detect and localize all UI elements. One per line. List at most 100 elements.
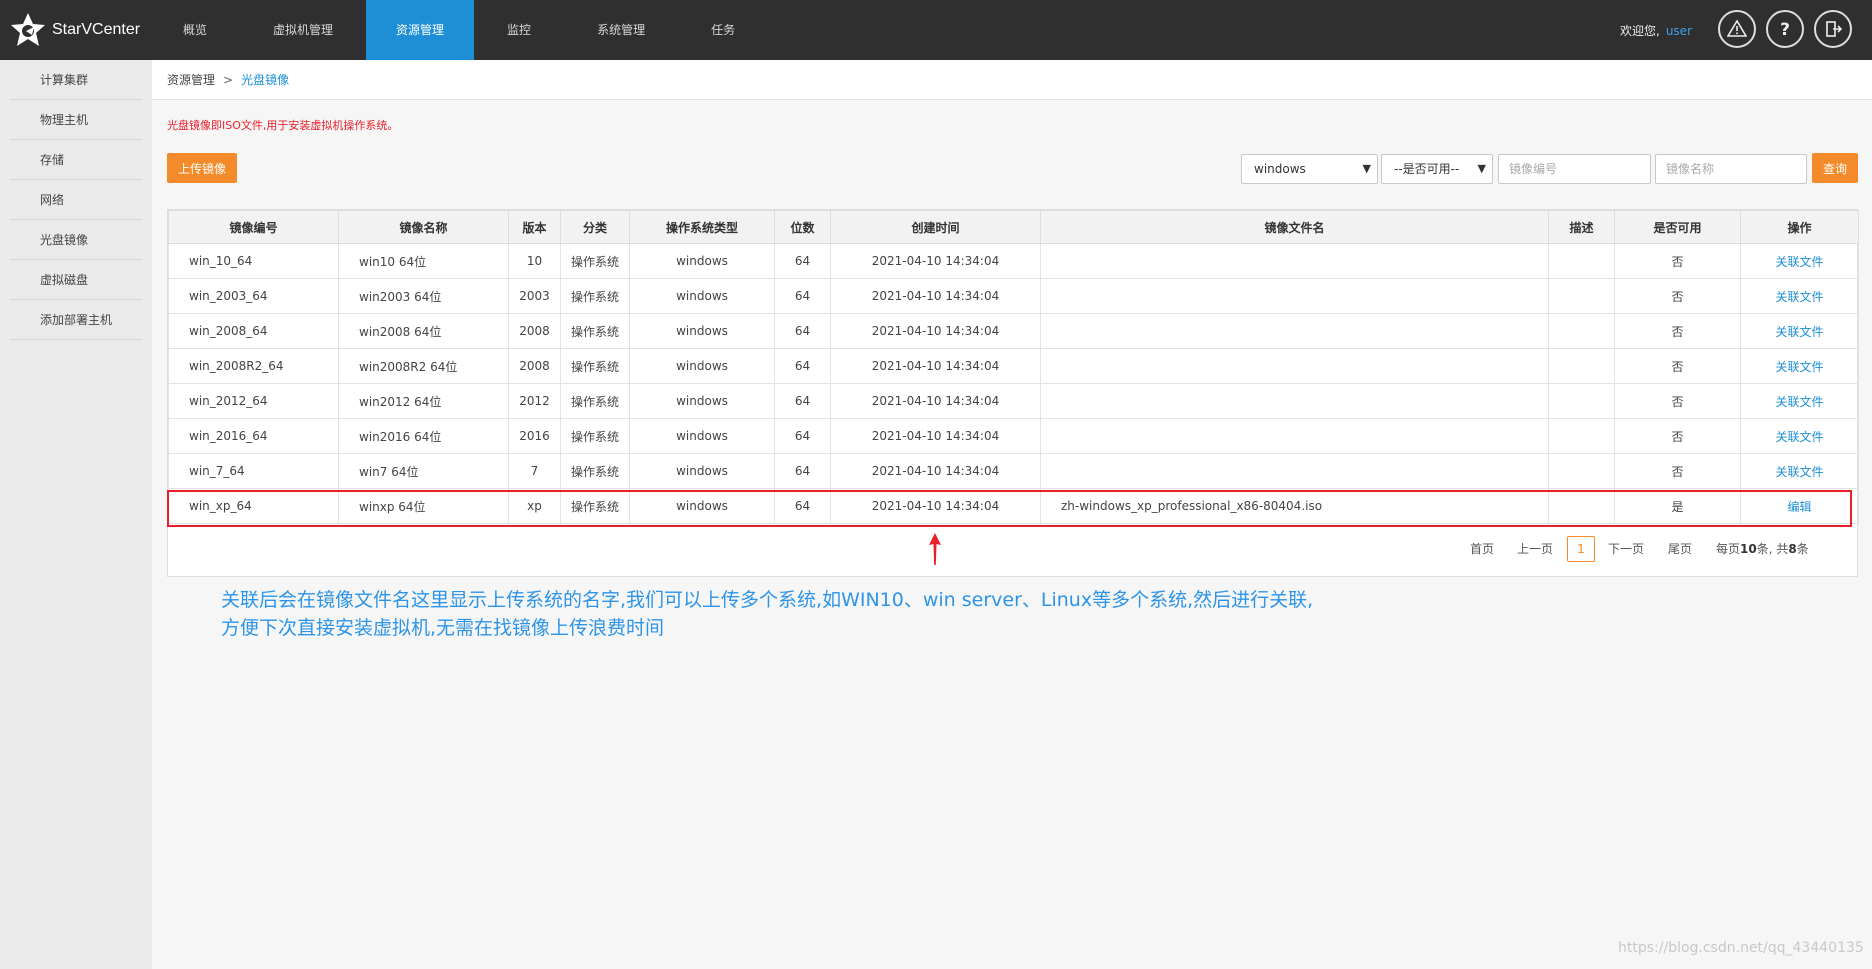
os-type-select[interactable]: windows ▼ (1241, 154, 1378, 184)
main-nav: 概览 虚拟机管理 资源管理 监控 系统管理 任务 (150, 0, 768, 60)
col-header-category[interactable]: 分类 (560, 210, 630, 244)
per-page-count: 10 (1740, 542, 1757, 556)
cell-image-name: win7 64位 (338, 453, 509, 489)
cell-image-id: win_2012_64 (168, 383, 339, 419)
cell-action: 关联文件 (1740, 348, 1859, 384)
breadcrumb-parent[interactable]: 资源管理 (167, 73, 215, 87)
sidebar-item-network[interactable]: 网络 (10, 180, 142, 220)
table-row: win_xp_64 winxp 64位 xp 操作系统 windows 64 2… (168, 488, 1859, 524)
help-button[interactable]: ? (1766, 10, 1804, 48)
warning-button[interactable] (1718, 10, 1756, 48)
cell-description (1548, 313, 1615, 349)
cell-file-name (1040, 243, 1549, 279)
table-row: win_2012_64 win2012 64位 2012 操作系统 window… (168, 383, 1859, 419)
image-id-input[interactable] (1498, 154, 1651, 184)
cell-action: 关联文件 (1740, 243, 1859, 279)
sidebar-item-compute-cluster[interactable]: 计算集群 (10, 60, 142, 100)
col-header-available[interactable]: 是否可用 (1614, 210, 1741, 244)
cell-available: 否 (1614, 313, 1741, 349)
image-name-input[interactable] (1655, 154, 1807, 184)
cell-category: 操作系统 (560, 313, 630, 349)
sidebar-item-physical-host[interactable]: 物理主机 (10, 100, 142, 140)
user-link[interactable]: user (1666, 24, 1692, 38)
col-header-file-name[interactable]: 镜像文件名 (1040, 210, 1549, 244)
cell-action: 关联文件 (1740, 313, 1859, 349)
link-file-link[interactable]: 关联文件 (1775, 395, 1823, 409)
cell-category: 操作系统 (560, 383, 630, 419)
cell-created: 2021-04-10 14:34:04 (830, 313, 1041, 349)
link-file-link[interactable]: 关联文件 (1775, 360, 1823, 374)
warning-icon (1727, 19, 1747, 37)
cell-bits: 64 (774, 383, 831, 419)
welcome-label: 欢迎您, (1620, 24, 1660, 38)
pagination-next[interactable]: 下一页 (1608, 536, 1644, 562)
upload-image-button[interactable]: 上传镜像 (167, 153, 237, 183)
annotation-text: 关联后会在镜像文件名这里显示上传系统的名字,我们可以上传多个系统,如WIN10、… (221, 586, 1313, 642)
col-header-version[interactable]: 版本 (508, 210, 561, 244)
cell-available: 否 (1614, 348, 1741, 384)
cell-category: 操作系统 (560, 243, 630, 279)
sidebar-item-storage[interactable]: 存储 (10, 140, 142, 180)
nav-system-management[interactable]: 系统管理 (564, 0, 678, 60)
total-count: 8 (1788, 542, 1797, 556)
cell-action: 关联文件 (1740, 383, 1859, 419)
col-header-image-id[interactable]: 镜像编号 (168, 210, 339, 244)
sidebar-item-iso-image[interactable]: 光盘镜像 (10, 220, 142, 260)
cell-version: xp (508, 488, 561, 524)
col-header-description[interactable]: 描述 (1548, 210, 1615, 244)
cell-category: 操作系统 (560, 453, 630, 489)
image-table-container: 镜像编号 镜像名称 版本 分类 操作系统类型 位数 创建时间 镜像文件名 描述 … (167, 209, 1859, 577)
link-file-link[interactable]: 关联文件 (1775, 465, 1823, 479)
cell-available: 否 (1614, 278, 1741, 314)
pagination-prev[interactable]: 上一页 (1517, 536, 1553, 562)
table-header-row: 镜像编号 镜像名称 版本 分类 操作系统类型 位数 创建时间 镜像文件名 描述 … (168, 210, 1859, 244)
cell-description (1548, 348, 1615, 384)
breadcrumb-current: 光盘镜像 (241, 73, 290, 87)
cell-category: 操作系统 (560, 418, 630, 454)
cell-version: 7 (508, 453, 561, 489)
nav-vm-management[interactable]: 虚拟机管理 (240, 0, 366, 60)
annotation-line-1: 关联后会在镜像文件名这里显示上传系统的名字,我们可以上传多个系统,如WIN10、… (221, 589, 1314, 611)
pagination-current-page[interactable]: 1 (1567, 536, 1595, 562)
cell-available: 是 (1614, 488, 1741, 524)
starvcenter-logo-icon (11, 13, 45, 46)
cell-file-name (1040, 418, 1549, 454)
pagination-last[interactable]: 尾页 (1668, 536, 1692, 562)
sidebar-item-add-deploy-host[interactable]: 添加部署主机 (10, 300, 142, 340)
table-row: win_10_64 win10 64位 10 操作系统 windows 64 2… (168, 243, 1859, 279)
nav-resource-management[interactable]: 资源管理 (366, 0, 475, 60)
cell-available: 否 (1614, 453, 1741, 489)
app-logo[interactable]: StarVCenter (8, 10, 140, 50)
col-header-bits[interactable]: 位数 (774, 210, 831, 244)
edit-link[interactable]: 编辑 (1787, 500, 1811, 514)
cell-created: 2021-04-10 14:34:04 (830, 278, 1041, 314)
col-header-image-name[interactable]: 镜像名称 (338, 210, 509, 244)
cell-category: 操作系统 (560, 278, 630, 314)
link-file-link[interactable]: 关联文件 (1775, 255, 1823, 269)
pagination-first[interactable]: 首页 (1470, 536, 1494, 562)
total-suffix: 条 (1796, 542, 1809, 556)
cell-image-name: win2016 64位 (338, 418, 509, 454)
cell-os-type: windows (629, 313, 775, 349)
app-name: StarVCenter (52, 21, 141, 38)
sidebar: 计算集群 物理主机 存储 网络 光盘镜像 虚拟磁盘 添加部署主机 (0, 60, 152, 969)
top-bar: StarVCenter 概览 虚拟机管理 资源管理 监控 系统管理 任务 欢迎您… (0, 0, 1872, 60)
cell-category: 操作系统 (560, 488, 630, 524)
availability-select[interactable]: --是否可用-- ▼ (1381, 154, 1493, 184)
nav-tasks[interactable]: 任务 (678, 0, 768, 60)
nav-overview[interactable]: 概览 (150, 0, 240, 60)
col-header-created[interactable]: 创建时间 (830, 210, 1041, 244)
col-header-os-type[interactable]: 操作系统类型 (629, 210, 775, 244)
link-file-link[interactable]: 关联文件 (1775, 290, 1823, 304)
query-button[interactable]: 查询 (1812, 153, 1858, 183)
nav-monitor[interactable]: 监控 (474, 0, 564, 60)
pagination-summary: 每页10条, 共8条 (1716, 536, 1809, 562)
sidebar-item-virtual-disk[interactable]: 虚拟磁盘 (10, 260, 142, 300)
cell-created: 2021-04-10 14:34:04 (830, 383, 1041, 419)
cell-description (1548, 383, 1615, 419)
cell-action: 关联文件 (1740, 453, 1859, 489)
link-file-link[interactable]: 关联文件 (1775, 430, 1823, 444)
logout-button[interactable] (1814, 10, 1852, 48)
link-file-link[interactable]: 关联文件 (1775, 325, 1823, 339)
availability-select-value: --是否可用-- (1394, 162, 1460, 176)
